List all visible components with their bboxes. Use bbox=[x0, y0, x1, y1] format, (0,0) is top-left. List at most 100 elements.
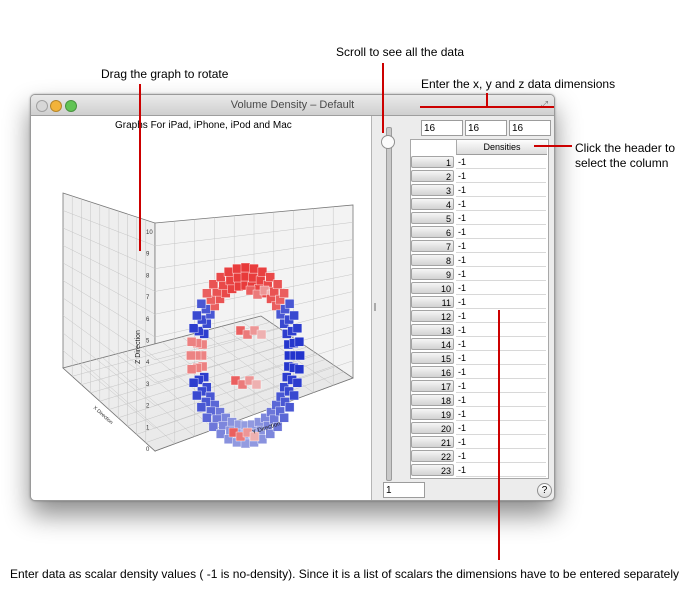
z-tick-label: 0 bbox=[146, 447, 150, 453]
density-cell[interactable]: -1 bbox=[456, 338, 546, 351]
row-header[interactable]: 10 bbox=[411, 282, 454, 294]
table-row[interactable]: 12 -1 bbox=[411, 310, 548, 324]
table-row[interactable]: 7 -1 bbox=[411, 240, 548, 254]
row-header[interactable]: 15 bbox=[411, 352, 454, 364]
annotation-line-dimensions-h bbox=[420, 106, 554, 108]
row-header[interactable]: 3 bbox=[411, 184, 454, 196]
row-header[interactable]: 14 bbox=[411, 338, 454, 350]
table-row[interactable]: 19 -1 bbox=[411, 408, 548, 422]
annotation-header-line1: Click the header to bbox=[575, 141, 676, 155]
density-cell[interactable]: -1 bbox=[456, 352, 546, 365]
table-row[interactable]: 8 -1 bbox=[411, 254, 548, 268]
annotation-dimensions: Enter the x, y and z data dimensions bbox=[421, 77, 616, 91]
volume-graph[interactable]: 109876543210 Z Direction Y Direction X D… bbox=[31, 116, 371, 500]
row-header[interactable]: 16 bbox=[411, 366, 454, 378]
table-row[interactable]: 17 -1 bbox=[411, 380, 548, 394]
density-cell[interactable]: -1 bbox=[456, 170, 546, 183]
table-row[interactable]: 15 -1 bbox=[411, 352, 548, 366]
row-header[interactable]: 11 bbox=[411, 296, 454, 308]
density-cell[interactable]: -1 bbox=[456, 198, 546, 211]
table-row[interactable]: 2 -1 bbox=[411, 170, 548, 184]
table-row[interactable]: 14 -1 bbox=[411, 338, 548, 352]
row-header[interactable]: 17 bbox=[411, 380, 454, 392]
row-count-input[interactable] bbox=[383, 482, 425, 498]
density-cell[interactable]: -1 bbox=[456, 296, 546, 309]
row-header[interactable]: 9 bbox=[411, 268, 454, 280]
row-header[interactable]: 5 bbox=[411, 212, 454, 224]
table-row[interactable]: 20 -1 bbox=[411, 422, 548, 436]
row-header[interactable]: 4 bbox=[411, 198, 454, 210]
density-cell[interactable]: -1 bbox=[456, 422, 546, 435]
density-cell[interactable]: -1 bbox=[456, 450, 546, 463]
fullscreen-icon[interactable]: ⤢ bbox=[541, 99, 548, 110]
density-voxel bbox=[257, 267, 268, 277]
row-header[interactable]: 8 bbox=[411, 254, 454, 266]
annotation-line-footer bbox=[498, 310, 500, 560]
row-header[interactable]: 19 bbox=[411, 408, 454, 420]
density-cell[interactable]: -1 bbox=[456, 394, 546, 407]
table-row[interactable]: 11 -1 bbox=[411, 296, 548, 310]
table-row[interactable]: 1 -1 bbox=[411, 156, 548, 170]
table-row[interactable]: 18 -1 bbox=[411, 394, 548, 408]
row-header[interactable]: 13 bbox=[411, 324, 454, 336]
density-cell[interactable]: -1 bbox=[456, 184, 546, 197]
row-header[interactable]: 21 bbox=[411, 436, 454, 448]
density-cell[interactable]: -1 bbox=[456, 366, 546, 379]
density-cell[interactable]: -1 bbox=[456, 268, 546, 281]
graph-panel[interactable]: Graphs For iPad, iPhone, iPod and Mac 10… bbox=[31, 116, 372, 500]
density-cell[interactable]: -1 bbox=[456, 408, 546, 421]
density-cell[interactable]: -1 bbox=[456, 226, 546, 239]
density-cell[interactable]: -1 bbox=[456, 436, 546, 449]
scroll-slider-thumb[interactable] bbox=[381, 135, 395, 149]
density-cell[interactable]: -1 bbox=[456, 464, 546, 477]
table-row[interactable]: 4 -1 bbox=[411, 198, 548, 212]
density-cell[interactable]: -1 bbox=[456, 240, 546, 253]
row-header[interactable]: 7 bbox=[411, 240, 454, 252]
x-dimension-input[interactable] bbox=[421, 120, 463, 136]
z-tick-label: 10 bbox=[146, 230, 153, 236]
table-row[interactable]: 10 -1 bbox=[411, 282, 548, 296]
splitter-handle[interactable] bbox=[374, 303, 376, 311]
table-row[interactable]: 9 -1 bbox=[411, 268, 548, 282]
row-header[interactable]: 20 bbox=[411, 422, 454, 434]
table-row[interactable]: 22 -1 bbox=[411, 450, 548, 464]
table-row[interactable]: 21 -1 bbox=[411, 436, 548, 450]
help-button[interactable]: ? bbox=[537, 483, 552, 498]
densities-column-header[interactable]: Densities bbox=[456, 140, 547, 155]
window-title: Volume Density – Default bbox=[230, 99, 355, 111]
table-row[interactable]: 3 -1 bbox=[411, 184, 548, 198]
density-voxel bbox=[188, 323, 199, 334]
density-voxel bbox=[289, 390, 299, 401]
z-dimension-input[interactable] bbox=[509, 120, 551, 136]
density-cell[interactable]: -1 bbox=[456, 324, 546, 337]
row-header[interactable]: 6 bbox=[411, 226, 454, 238]
density-voxel bbox=[279, 413, 289, 423]
density-cell[interactable]: -1 bbox=[456, 156, 546, 169]
row-header[interactable]: 22 bbox=[411, 450, 454, 462]
density-cell[interactable]: -1 bbox=[456, 254, 546, 267]
density-voxel bbox=[292, 378, 303, 388]
table-row[interactable]: 6 -1 bbox=[411, 226, 548, 240]
density-voxel bbox=[240, 262, 251, 273]
annotation-footer: Enter data as scalar density values ( -1… bbox=[10, 567, 679, 581]
annotation-header-line2: select the column bbox=[575, 156, 669, 170]
density-cell[interactable]: -1 bbox=[456, 212, 546, 225]
density-voxel bbox=[186, 364, 197, 375]
table-row[interactable]: 23 -1 bbox=[411, 464, 548, 478]
density-table[interactable]: Densities 1 -1 2 -1 3 -1 4 -1 5 -1 6 -1 7 -1 8 -1 9 -1 10-… bbox=[410, 139, 549, 479]
y-dimension-input[interactable] bbox=[465, 120, 507, 136]
table-row[interactable]: 16 -1 bbox=[411, 366, 548, 380]
density-voxel bbox=[272, 279, 283, 290]
table-row[interactable]: 5 -1 bbox=[411, 212, 548, 226]
scroll-slider-track[interactable] bbox=[386, 127, 392, 481]
table-row[interactable]: 13 -1 bbox=[411, 324, 548, 338]
row-header[interactable]: 18 bbox=[411, 394, 454, 406]
density-cell[interactable]: -1 bbox=[456, 380, 546, 393]
row-header[interactable]: 12 bbox=[411, 310, 454, 322]
density-cell[interactable]: -1 bbox=[456, 310, 546, 323]
row-header[interactable]: 2 bbox=[411, 170, 454, 182]
density-cell[interactable]: -1 bbox=[456, 282, 546, 295]
density-voxel bbox=[289, 310, 299, 321]
row-header[interactable]: 23 bbox=[411, 464, 454, 476]
row-header[interactable]: 1 bbox=[411, 156, 454, 168]
